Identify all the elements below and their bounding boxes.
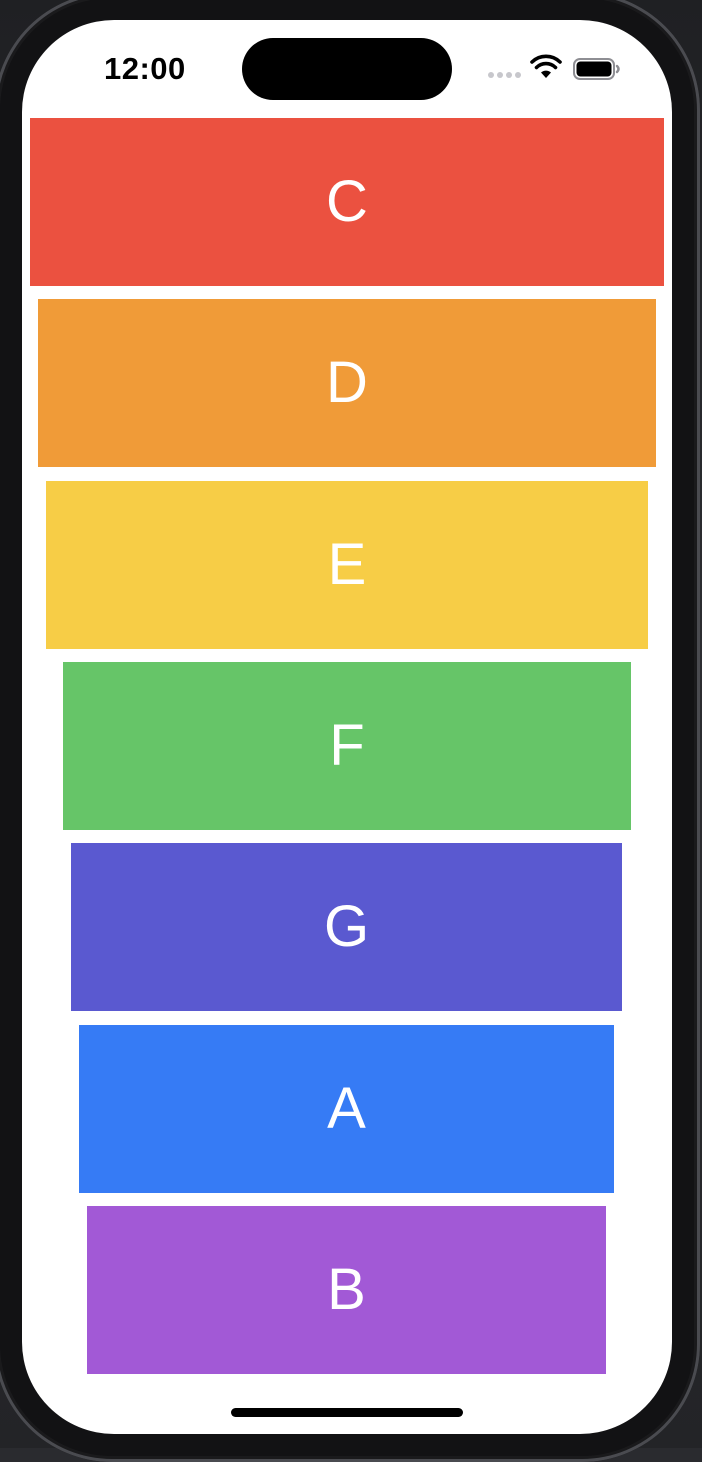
list-card[interactable]: A xyxy=(79,1025,614,1193)
list-card[interactable]: F xyxy=(63,662,631,830)
list-card[interactable]: C xyxy=(30,118,664,286)
card-label: E xyxy=(327,532,367,597)
list-card[interactable]: G xyxy=(71,843,622,1011)
home-indicator[interactable] xyxy=(231,1408,463,1417)
dynamic-island xyxy=(242,38,452,100)
card-label: B xyxy=(327,1257,366,1322)
list-card[interactable]: D xyxy=(38,299,656,467)
battery-icon xyxy=(573,58,620,80)
list-card[interactable]: E xyxy=(46,481,648,649)
reorderable-card-list[interactable]: C D E F G A B xyxy=(22,20,672,1434)
card-label: D xyxy=(326,350,368,415)
card-label: C xyxy=(326,169,368,234)
cellular-signal-icon xyxy=(488,72,522,78)
card-label: G xyxy=(323,894,370,959)
list-card[interactable]: B xyxy=(87,1206,606,1374)
status-time: 12:00 xyxy=(104,51,186,86)
phone-screen: C D E F G A B 12:00 xyxy=(22,20,672,1434)
wifi-icon xyxy=(530,54,562,78)
status-bar: 12:00 xyxy=(22,20,672,116)
card-label: A xyxy=(327,1076,366,1141)
card-label: F xyxy=(329,713,365,778)
